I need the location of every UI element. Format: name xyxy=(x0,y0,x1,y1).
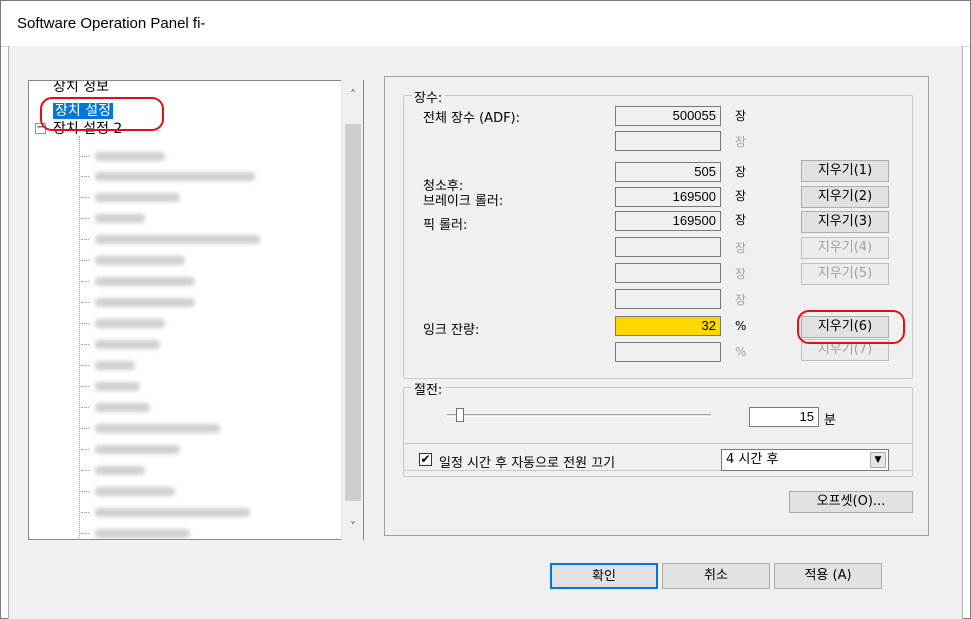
clear-1-button[interactable]: 지우기(1) xyxy=(801,160,889,182)
tree-subitem-blurred[interactable] xyxy=(81,379,140,393)
empty-percent-unit: % xyxy=(735,345,747,359)
total-adf-unit: 장 xyxy=(735,109,747,123)
counts-group-label: 장수: xyxy=(412,87,445,106)
brake-roller-label: 브레이크 롤러: xyxy=(423,194,504,209)
tree-connector-line xyxy=(79,136,80,539)
device-settings-panel: 장수: 전체 장수 (ADF): 500055 장 장 청소후: 505 장 지… xyxy=(384,76,929,536)
highlight-device-settings-annotation xyxy=(40,97,164,131)
pick-roller-field: 169500 xyxy=(615,211,721,231)
auto-off-checkbox[interactable]: ✔ xyxy=(419,453,432,466)
title-bar[interactable]: Software Operation Panel fi- xyxy=(1,1,970,47)
auto-off-label: 일정 시간 후 자동으로 전원 끄기 xyxy=(439,456,616,471)
tree-subitem-blurred[interactable] xyxy=(81,337,160,351)
power-save-minutes-field[interactable]: 15 xyxy=(749,407,819,427)
tree-subitem-blurred[interactable] xyxy=(81,316,165,330)
offset-button[interactable]: 오프셋(O)... xyxy=(789,491,913,513)
tree-subitem-blurred[interactable] xyxy=(81,190,180,204)
power-save-slider-track[interactable] xyxy=(447,414,711,417)
tree-subitem-blurred[interactable] xyxy=(81,274,195,288)
after-cleaning-field: 505 xyxy=(615,162,721,182)
settings-tree[interactable]: 장치 정보 장치 설정 − 장치 설정 2 xyxy=(28,80,364,540)
empty-count-field-3 xyxy=(615,263,721,283)
scroll-down-icon[interactable]: ˅ xyxy=(342,520,364,534)
empty-count-unit-4: 장 xyxy=(735,293,747,307)
tree-subitem-blurred[interactable] xyxy=(81,421,220,435)
ink-remaining-unit: % xyxy=(735,319,747,333)
empty-count-field-1 xyxy=(615,131,721,151)
tree-subitem-blurred[interactable] xyxy=(81,169,255,183)
window-title: Software Operation Panel fi- xyxy=(17,15,206,32)
chevron-down-icon[interactable]: ▼ xyxy=(870,452,886,468)
power-save-group-label: 절전: xyxy=(412,379,445,398)
brake-roller-unit: 장 xyxy=(735,189,747,203)
clear-3-button[interactable]: 지우기(3) xyxy=(801,211,889,233)
pick-roller-label: 픽 롤러: xyxy=(423,218,468,233)
tree-subitem-blurred[interactable] xyxy=(81,505,250,519)
tree-subitem-blurred[interactable] xyxy=(81,442,180,456)
ink-remaining-label: 잉크 잔량: xyxy=(423,323,480,338)
clear-2-button[interactable]: 지우기(2) xyxy=(801,186,889,208)
brake-roller-field: 169500 xyxy=(615,187,721,207)
empty-count-field-2 xyxy=(615,237,721,257)
scrollbar-thumb[interactable] xyxy=(345,124,361,501)
total-adf-label: 전체 장수 (ADF): xyxy=(423,111,521,126)
empty-percent-field xyxy=(615,342,721,362)
auto-off-time-select[interactable]: 4 시간 후 ▼ xyxy=(721,449,889,471)
empty-count-field-4 xyxy=(615,289,721,309)
ink-remaining-field: 32 xyxy=(615,316,721,336)
apply-button[interactable]: 적용 (A) xyxy=(774,563,882,589)
tree-subitem-blurred[interactable] xyxy=(81,358,135,372)
tree-subitem-blurred[interactable] xyxy=(81,149,165,163)
tree-subitem-blurred[interactable] xyxy=(81,526,190,539)
empty-count-unit-2: 장 xyxy=(735,241,747,255)
clear-5-button[interactable]: 지우기(5) xyxy=(801,263,889,285)
after-cleaning-unit: 장 xyxy=(735,165,747,179)
tree-scrollbar[interactable]: ˄ ˅ xyxy=(341,80,363,540)
tree-subitem-blurred[interactable] xyxy=(81,484,175,498)
tree-subitem-blurred[interactable] xyxy=(81,211,145,225)
highlight-clear-6-annotation xyxy=(797,310,905,344)
tree-item-device-info[interactable]: 장치 정보 xyxy=(53,80,109,95)
scroll-up-icon[interactable]: ˄ xyxy=(342,88,364,102)
tree-subitem-blurred[interactable] xyxy=(81,400,150,414)
total-adf-field: 500055 xyxy=(615,106,721,126)
tree-subitem-blurred[interactable] xyxy=(81,463,145,477)
pick-roller-unit: 장 xyxy=(735,213,747,227)
auto-off-time-value: 4 시간 후 xyxy=(726,452,779,467)
tree-subitem-blurred[interactable] xyxy=(81,232,260,246)
power-save-unit: 분 xyxy=(824,413,836,428)
tree-item-device-info-label: 장치 정보 xyxy=(53,80,109,95)
power-save-slider-thumb[interactable] xyxy=(456,408,465,422)
cancel-button[interactable]: 취소 xyxy=(662,563,770,589)
clear-4-button[interactable]: 지우기(4) xyxy=(801,237,889,259)
ok-button[interactable]: 확인 xyxy=(550,563,658,589)
empty-count-unit-3: 장 xyxy=(735,267,747,281)
empty-count-unit-1: 장 xyxy=(735,135,747,149)
tree-subitem-blurred[interactable] xyxy=(81,253,185,267)
tree-subitem-blurred[interactable] xyxy=(81,295,195,309)
